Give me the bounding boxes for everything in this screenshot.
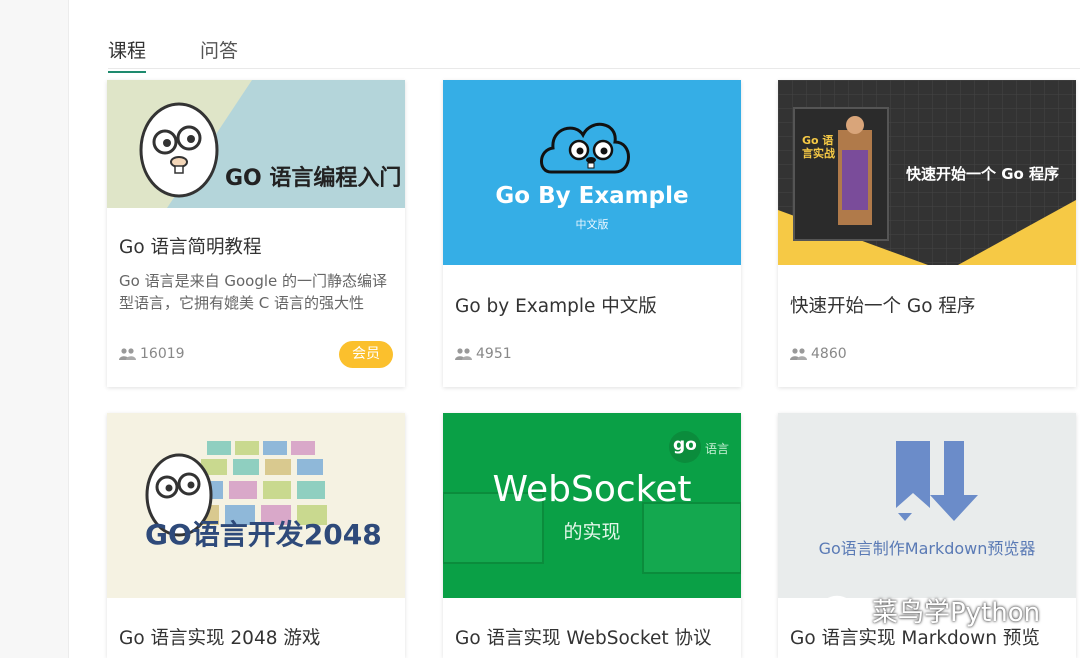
cover-subtitle: 的实现 bbox=[563, 521, 621, 543]
left-sidebar bbox=[0, 0, 69, 658]
cover-text: GO 语言编程入门 bbox=[225, 166, 402, 191]
learner-count: 16019 bbox=[119, 346, 185, 362]
course-title[interactable]: Go 语言实现 WebSocket 协议 bbox=[455, 624, 712, 650]
users-icon bbox=[119, 348, 136, 360]
watermark: 菜鸟学Python bbox=[820, 592, 1040, 629]
tab-bar: 课程 问答 bbox=[108, 30, 1080, 73]
cover-text: GO语言开发2048 bbox=[145, 518, 382, 551]
learner-count-value: 4951 bbox=[476, 346, 512, 362]
wechat-icon bbox=[820, 595, 863, 626]
member-badge: 会员 bbox=[339, 341, 393, 368]
course-title[interactable]: Go 语言实现 2048 游戏 bbox=[119, 624, 320, 650]
go-logo-text: 语言 bbox=[705, 442, 730, 456]
learner-count-value: 16019 bbox=[140, 346, 185, 362]
course-description: Go 语言是来自 Google 的一门静态编译型语言，它拥有媲美 C 语言的强大… bbox=[119, 272, 388, 312]
course-card[interactable]: go 语言 WebSocket 的实现 Go 语言实现 WebSocket 协议 bbox=[443, 413, 741, 658]
course-cover: GO语言开发2048 bbox=[107, 413, 405, 598]
course-card[interactable]: GO语言开发2048 Go 语言实现 2048 游戏 bbox=[107, 413, 405, 658]
users-icon bbox=[455, 348, 472, 360]
cover-subtitle: 中文版 bbox=[575, 218, 609, 231]
learner-count: 4860 bbox=[790, 346, 847, 362]
learner-count-value: 4860 bbox=[811, 346, 847, 362]
users-icon bbox=[790, 348, 807, 360]
course-card[interactable]: Go 语言实战 快速开始一个 Go 程序 快速开始一个 Go 程序 4860 bbox=[778, 80, 1076, 387]
go-logo: go bbox=[673, 435, 697, 455]
course-card[interactable]: GO 语言编程入门 Go 语言简明教程 Go 语言是来自 Google 的一门静… bbox=[107, 80, 405, 387]
course-cover: GO 语言编程入门 bbox=[107, 80, 405, 208]
course-cover: go 语言 WebSocket 的实现 bbox=[443, 413, 741, 598]
course-cover: Go 语言实战 快速开始一个 Go 程序 bbox=[778, 80, 1076, 265]
course-title[interactable]: 快速开始一个 Go 程序 bbox=[790, 292, 975, 318]
tab-qa[interactable]: 问答 bbox=[200, 36, 238, 71]
learner-count: 4951 bbox=[455, 346, 512, 362]
course-card[interactable]: Go By Example 中文版 Go by Example 中文版 4951 bbox=[443, 80, 741, 387]
course-title[interactable]: Go by Example 中文版 bbox=[455, 292, 657, 318]
course-cover: Go语言制作Markdown预览器 bbox=[778, 413, 1076, 598]
tab-courses[interactable]: 课程 bbox=[108, 36, 147, 73]
cover-text: 快速开始一个 Go 程序 bbox=[906, 165, 1060, 183]
cover-title: WebSocket bbox=[492, 469, 692, 510]
book-title: Go 语言实战 bbox=[802, 134, 835, 160]
course-title[interactable]: Go 语言简明教程 bbox=[119, 233, 262, 259]
course-cover: Go By Example 中文版 bbox=[443, 80, 741, 265]
cover-title: Go By Example bbox=[495, 183, 689, 209]
cover-text: Go语言制作Markdown预览器 bbox=[818, 539, 1036, 558]
watermark-text: 菜鸟学Python bbox=[872, 598, 1041, 628]
